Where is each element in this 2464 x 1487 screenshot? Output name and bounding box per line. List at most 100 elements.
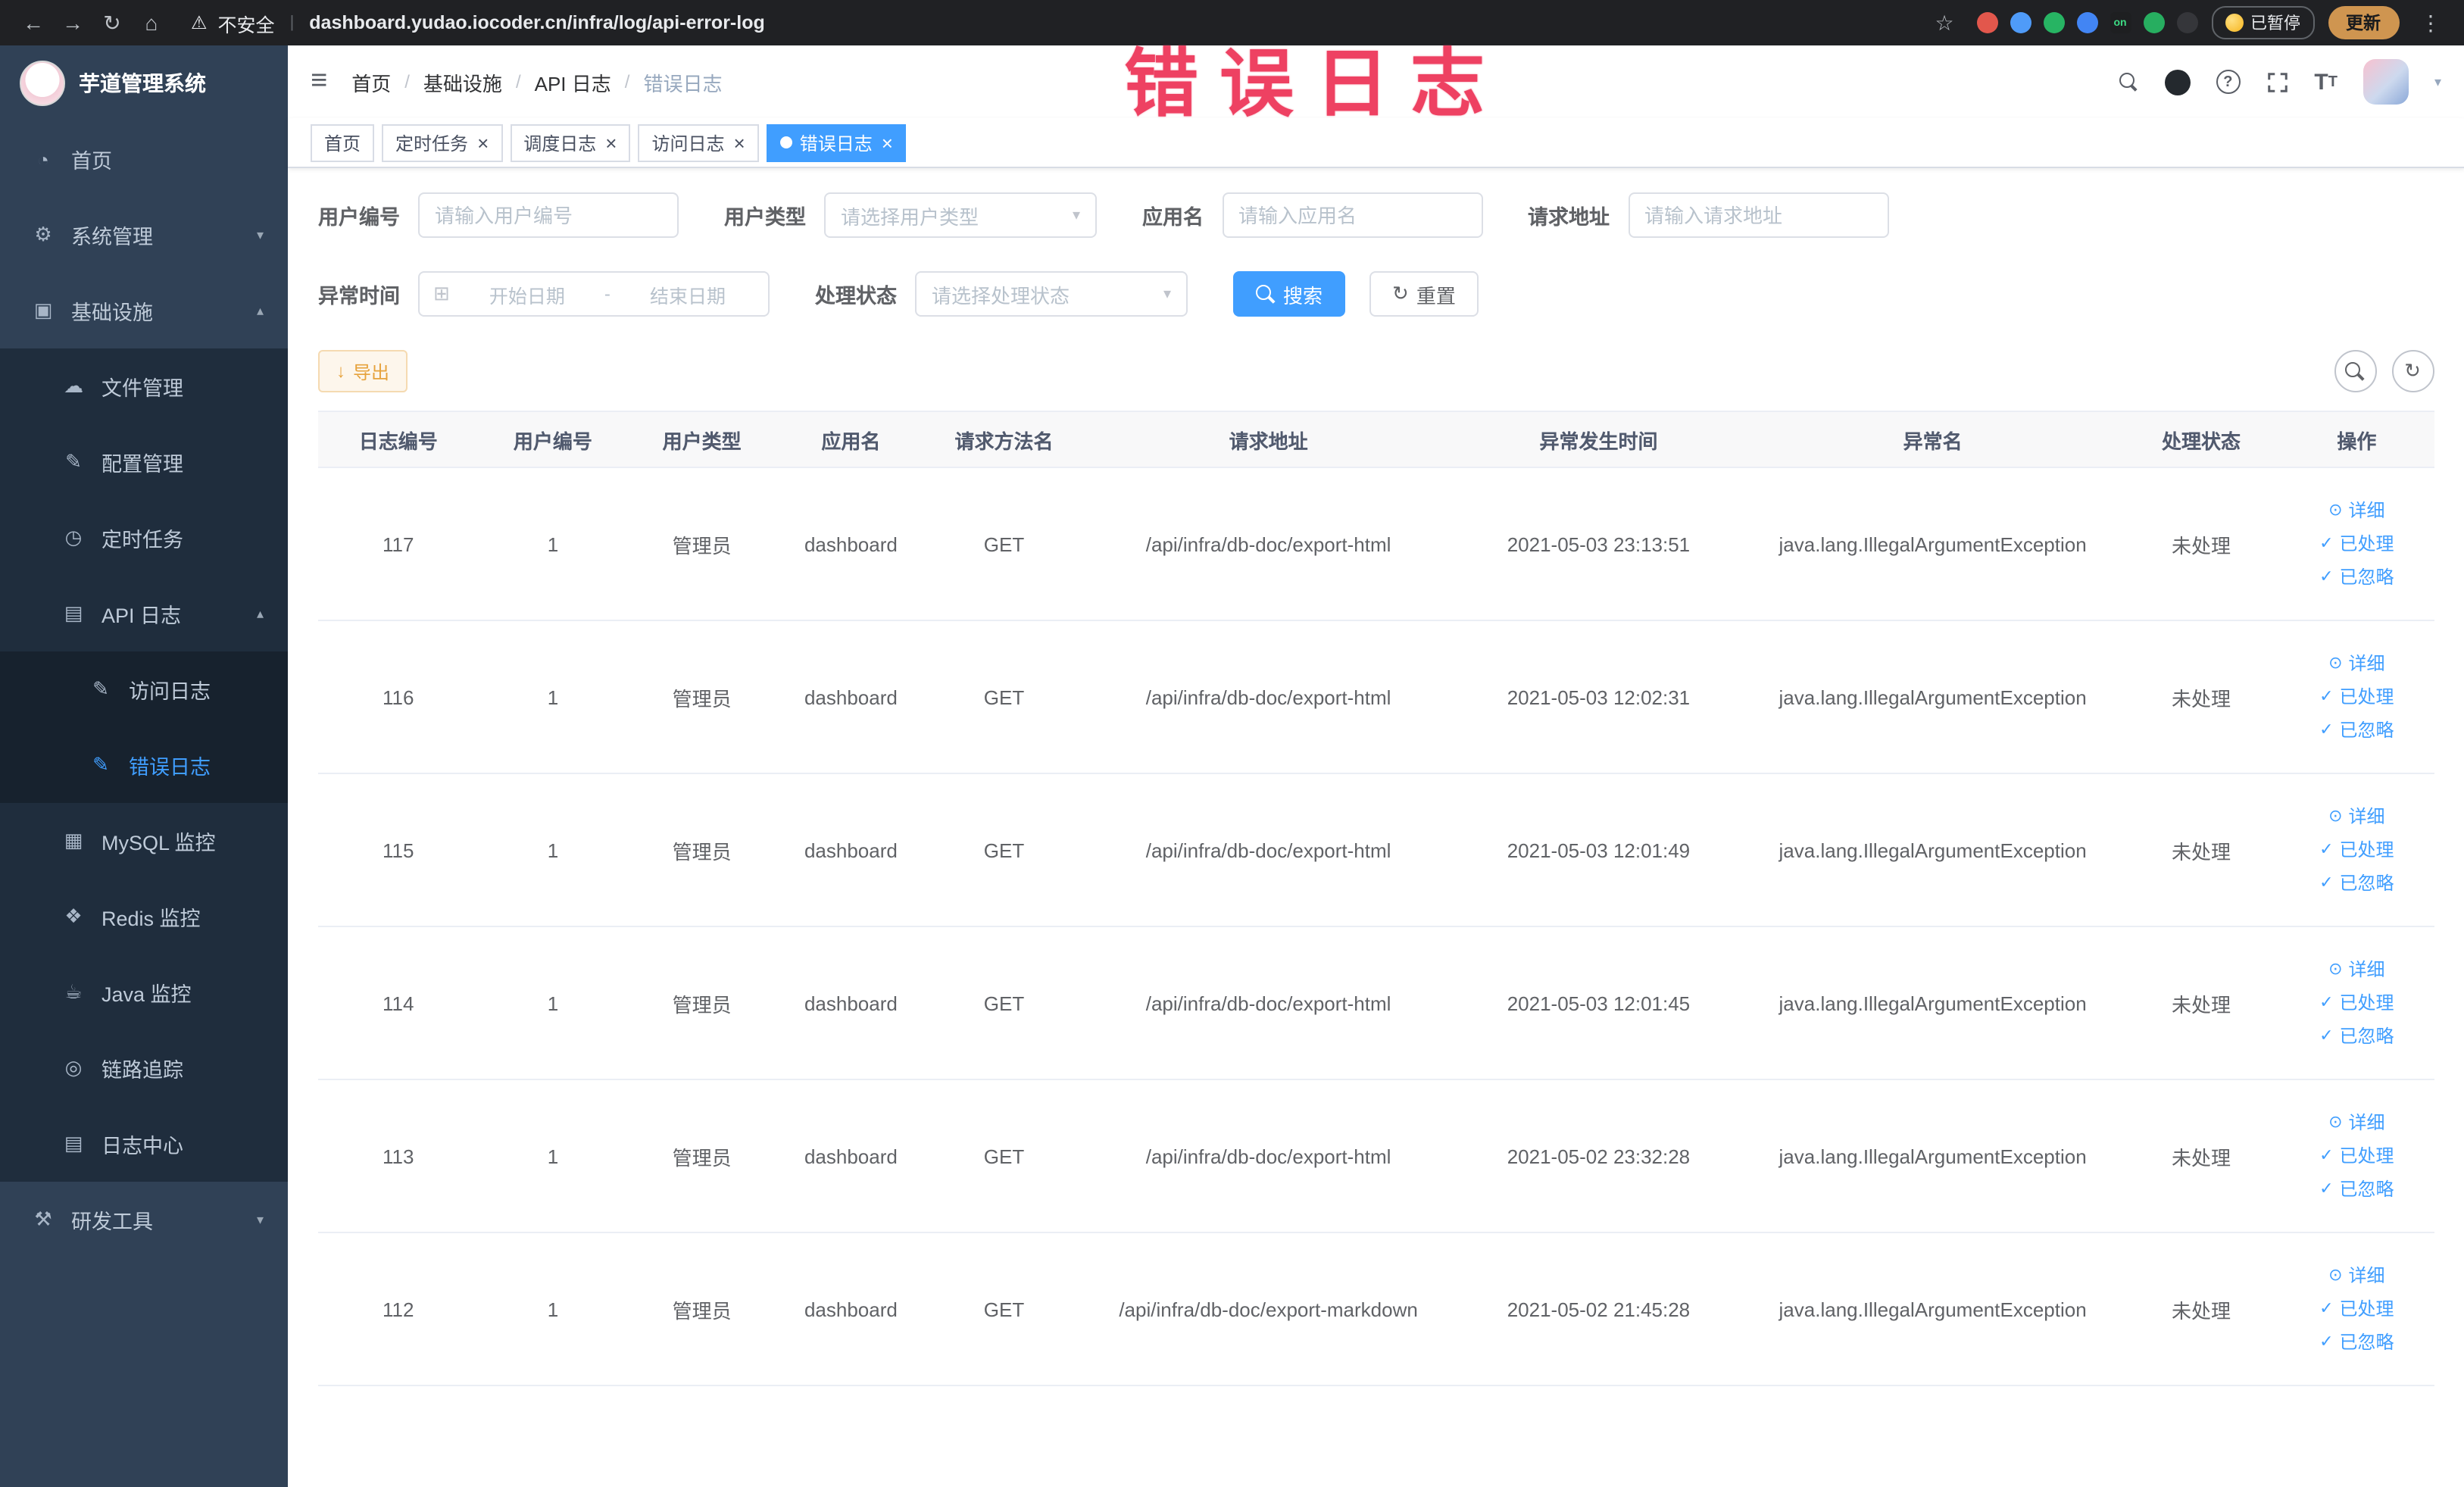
ignore-button[interactable]: ✓ 已忽略 (2286, 561, 2428, 594)
ignore-button[interactable]: ✓ 已忽略 (2286, 867, 2428, 900)
sidebar-item-redis[interactable]: ❖ Redis 监控 (0, 879, 288, 954)
user-id-input[interactable] (418, 192, 679, 238)
check-icon: ✓ (2319, 1147, 2334, 1165)
column-header: 用户类型 (627, 411, 777, 468)
extension-blue-drop-icon[interactable] (2010, 12, 2031, 33)
breadcrumb-item[interactable]: 首页 (351, 67, 391, 96)
search-toggle-button[interactable] (2334, 350, 2376, 392)
processed-button[interactable]: ✓ 已处理 (2286, 1139, 2428, 1173)
detail-button[interactable]: ⊙ 详细 (2286, 1259, 2428, 1292)
chevron-down-icon: ▾ (1072, 207, 1080, 223)
user-avatar[interactable] (2363, 59, 2409, 105)
processed-button[interactable]: ✓ 已处理 (2286, 680, 2428, 714)
processed-button[interactable]: ✓ 已处理 (2286, 833, 2428, 867)
tab-error-log[interactable]: 错误日志 × (766, 123, 907, 161)
sidebar-item-system[interactable]: ⚙ 系统管理 ▾ (0, 197, 288, 273)
processed-button[interactable]: ✓ 已处理 (2286, 986, 2428, 1020)
tab-label: 访问日志 (651, 133, 725, 154)
sidebar-item-home[interactable]: ◔ 首页 (0, 121, 288, 197)
breadcrumb-item[interactable]: API 日志 (535, 67, 611, 96)
github-icon[interactable] (2164, 69, 2191, 95)
sidebar-item-error-log[interactable]: ✎ 错误日志 (0, 727, 288, 803)
ignore-button[interactable]: ✓ 已忽略 (2286, 1326, 2428, 1359)
sidebar-item-config[interactable]: ✎ 配置管理 (0, 424, 288, 500)
exception-time-range[interactable]: ⊞ 开始日期 - 结束日期 (418, 271, 770, 317)
extension-dark-icon[interactable] (2176, 12, 2197, 33)
close-icon[interactable]: × (882, 133, 893, 152)
sidebar-item-tracer[interactable]: ◎ 链路追踪 (0, 1030, 288, 1106)
tab-home[interactable]: 首页 (311, 123, 375, 161)
chevron-up-icon: ▴ (256, 302, 264, 317)
processed-button[interactable]: ✓ 已处理 (2286, 527, 2428, 561)
breadcrumb-separator: / (515, 71, 521, 92)
tab-job-log[interactable]: 调度日志 × (510, 123, 631, 161)
app-name-input[interactable] (1222, 192, 1482, 238)
close-icon[interactable]: × (477, 133, 489, 152)
check-icon: ✓ (2319, 1333, 2334, 1351)
export-button[interactable]: ↓ 导出 (318, 350, 408, 392)
hamburger-icon[interactable]: ≡ (311, 65, 327, 98)
sidebar-item-access-log[interactable]: ✎ 访问日志 (0, 651, 288, 727)
sidebar-item-api-log[interactable]: ▤ API 日志 ▴ (0, 576, 288, 651)
detail-button[interactable]: ⊙ 详细 (2286, 953, 2428, 986)
sidebar-item-infra[interactable]: ▣ 基础设施 ▴ (0, 273, 288, 348)
sidebar-item-java[interactable]: ☕ Java 监控 (0, 954, 288, 1030)
refresh-button[interactable]: ↻ (2391, 350, 2434, 392)
tab-access-log[interactable]: 访问日志 × (638, 123, 759, 161)
help-icon[interactable]: ? (2216, 70, 2241, 94)
sidebar-item-log-center[interactable]: ▤ 日志中心 (0, 1106, 288, 1182)
request-url-input[interactable] (1628, 192, 1888, 238)
extension-green-icon[interactable] (2043, 12, 2064, 33)
sidebar-item-file[interactable]: ☁ 文件管理 (0, 348, 288, 424)
bookmark-star-icon[interactable]: ☆ (1926, 10, 1963, 36)
table-toolbar: ↓ 导出 ↻ (318, 350, 2434, 392)
extension-grid-icon[interactable] (2076, 12, 2097, 33)
cell-user_type: 管理员 (627, 467, 777, 621)
close-icon[interactable]: × (605, 133, 617, 152)
process-status-select[interactable]: 请选择处理状态 ▾ (915, 271, 1188, 317)
reload-icon[interactable]: ↻ (94, 10, 130, 36)
extension-leaf-icon[interactable] (2143, 12, 2164, 33)
processed-button[interactable]: ✓ 已处理 (2286, 1292, 2428, 1326)
fullscreen-icon[interactable] (2266, 70, 2288, 93)
detail-button[interactable]: ⊙ 详细 (2286, 494, 2428, 527)
forward-icon[interactable]: → (55, 11, 91, 35)
sidebar-item-label: 系统管理 (71, 226, 153, 248)
paused-badge[interactable]: 已暂停 (2211, 6, 2314, 39)
sidebar-item-dev-tools[interactable]: ⚒ 研发工具 ▾ (0, 1182, 288, 1257)
reset-button[interactable]: ↻ 重置 (1369, 271, 1479, 317)
table-row: 114 1 管理员 dashboard GET/api/infra/db-doc/exp… (318, 926, 2434, 1080)
back-icon[interactable]: ← (15, 11, 52, 35)
active-tab-dot (779, 136, 792, 148)
detail-button[interactable]: ⊙ 详细 (2286, 1106, 2428, 1139)
sidebar-item-mysql[interactable]: ▦ MySQL 监控 (0, 803, 288, 879)
chevron-down-icon[interactable]: ▾ (2434, 73, 2441, 90)
extension-on-icon[interactable]: on (2110, 12, 2131, 33)
ignore-button[interactable]: ✓ 已忽略 (2286, 1173, 2428, 1206)
search-icon (1256, 284, 1276, 304)
search-icon[interactable] (2119, 72, 2138, 92)
ignore-button[interactable]: ✓ 已忽略 (2286, 714, 2428, 747)
cell-time: 2021-05-03 23:13:51 (1454, 467, 1743, 621)
tab-job[interactable]: 定时任务 × (382, 123, 503, 161)
breadcrumb-item[interactable]: 基础设施 (423, 67, 502, 96)
close-icon[interactable]: × (734, 133, 745, 152)
action-label: 已处理 (2339, 1145, 2394, 1167)
cell-exception: java.lang.IllegalArgumentException (1742, 1079, 2123, 1233)
action-label: 已处理 (2339, 686, 2394, 708)
extension-red-icon[interactable] (1976, 12, 1997, 33)
address-bar[interactable]: ⚠ 不安全 | dashboard.yudao.iocoder.cn/infra… (191, 8, 765, 37)
update-button[interactable]: 更新 (2328, 6, 2399, 39)
detail-button[interactable]: ⊙ 详细 (2286, 647, 2428, 680)
chevron-down-icon: ▾ (256, 1211, 264, 1226)
font-size-icon[interactable]: TT (2314, 69, 2338, 95)
detail-button[interactable]: ⊙ 详细 (2286, 800, 2428, 833)
column-header: 异常名 (1742, 411, 2123, 468)
ignore-button[interactable]: ✓ 已忽略 (2286, 1020, 2428, 1053)
sidebar-item-label: 定时任务 (101, 529, 183, 551)
sidebar-item-job[interactable]: ◷ 定时任务 (0, 500, 288, 576)
user-type-select[interactable]: 请选择用户类型 ▾ (824, 192, 1097, 238)
search-button[interactable]: 搜索 (1233, 271, 1346, 317)
browser-menu-icon[interactable]: ⋮ (2412, 10, 2449, 36)
home-icon[interactable]: ⌂ (133, 11, 170, 35)
